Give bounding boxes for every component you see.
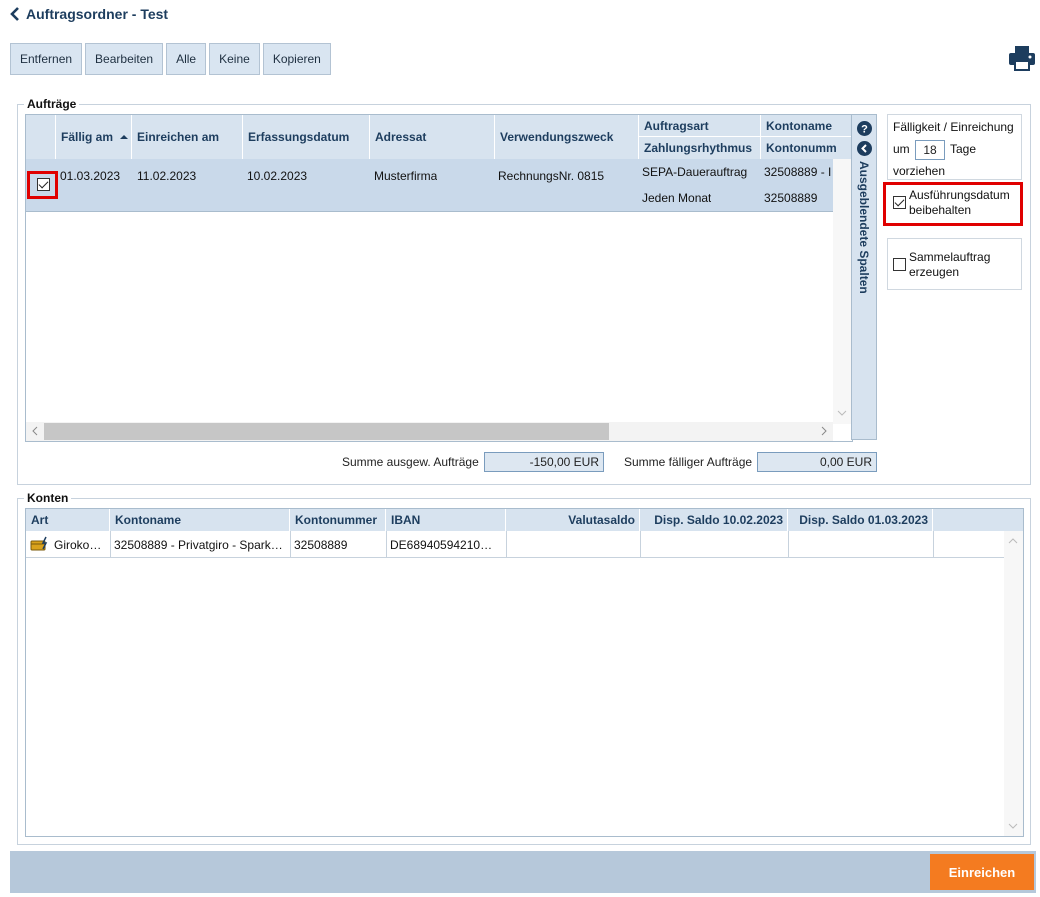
col-account-name[interactable]: Kontoname — [761, 115, 852, 137]
due-title: Fälligkeit / Einreichung — [893, 120, 1014, 134]
col-name[interactable]: Kontoname — [110, 509, 290, 531]
orders-legend: Aufträge — [27, 97, 77, 111]
sort-ascending-icon — [120, 135, 129, 139]
cell-name: 32508889 - Privatgiro - Spark… — [114, 538, 283, 552]
footer-bar — [10, 851, 1036, 893]
scroll-down-icon[interactable] — [837, 409, 847, 417]
column-divider — [640, 531, 641, 557]
chevron-left-icon — [10, 7, 19, 21]
cell-purpose: RechnungsNr. 0815 — [498, 169, 605, 183]
scroll-down-icon[interactable] — [1008, 822, 1018, 830]
cell-order-type: SEPA-Dauerauftrag — [642, 165, 748, 179]
due-date-options: Fälligkeit / Einreichung um 18 Tage vorz… — [887, 114, 1022, 180]
printer-icon[interactable] — [1008, 44, 1036, 72]
tage-label: Tage — [950, 142, 977, 156]
horizontal-scroll-thumb[interactable] — [44, 423, 609, 440]
col-type[interactable]: Art — [26, 509, 110, 531]
col-balance[interactable]: Valutasaldo — [506, 509, 640, 531]
select-all-button[interactable]: Alle — [166, 43, 207, 75]
um-label: um — [893, 142, 910, 156]
sum-due-value: 0,00 EUR — [757, 452, 877, 472]
vertical-scrollbar[interactable] — [1004, 531, 1023, 836]
cell-addressee: Musterfirma — [374, 169, 438, 183]
col-iban[interactable]: IBAN — [386, 509, 506, 531]
sum-selected-label: Summe ausgew. Aufträge — [342, 455, 479, 469]
select-none-button[interactable]: Keine — [209, 43, 260, 75]
giro-account-icon — [30, 536, 48, 551]
column-divider — [290, 531, 291, 557]
page-title: Auftragsordner - Test — [26, 6, 169, 22]
col-purpose[interactable]: Verwendungszweck — [495, 115, 639, 159]
cell-due: 01.03.2023 — [60, 169, 121, 183]
copy-button[interactable]: Kopieren — [262, 43, 331, 75]
hidden-columns-panel[interactable]: ? Ausgeblendete Spalten — [851, 114, 877, 440]
collective-order-option — [887, 238, 1022, 290]
cell-number: 32508889 — [294, 538, 348, 552]
help-icon[interactable]: ? — [857, 121, 872, 136]
col-account-number[interactable]: Kontonumm — [761, 137, 852, 159]
cell-iban: DE68940594210… — [390, 538, 493, 552]
col-order-type[interactable]: Auftragsart — [639, 115, 761, 137]
select-column-header[interactable] — [26, 115, 56, 159]
col-captured[interactable]: Erfassungsdatum — [243, 115, 370, 159]
sum-due-label: Summe fälliger Aufträge — [624, 455, 753, 469]
sum-selected-value: -150,00 EUR — [484, 452, 604, 472]
column-divider — [788, 531, 789, 557]
collective-label-2: erzeugen — [909, 265, 960, 279]
cell-type: Giroko… — [54, 538, 102, 552]
cell-account-number: 32508889 — [764, 191, 818, 205]
cell-submit: 11.02.2023 — [137, 169, 197, 183]
svg-text:?: ? — [861, 124, 868, 136]
collective-order-checkbox[interactable] — [893, 258, 906, 271]
col-number[interactable]: Kontonummer — [290, 509, 386, 531]
column-divider — [506, 531, 507, 557]
column-divider — [933, 531, 934, 557]
orders-grid: Fällig am Einreichen am Erfassungsdatum … — [25, 114, 853, 442]
column-divider — [110, 531, 111, 557]
hidden-columns-label: Ausgeblendete Spalten — [857, 161, 871, 294]
keep-date-label-2: beibehalten — [909, 203, 972, 217]
accounts-grid: Art Kontoname Kontonummer IBAN Valutasal… — [25, 508, 1024, 837]
cell-captured: 10.02.2023 — [247, 169, 308, 183]
edit-button[interactable]: Bearbeiten — [85, 43, 164, 75]
submit-button[interactable]: Einreichen — [930, 854, 1034, 890]
col-disp2[interactable]: Disp. Saldo 01.03.2023 — [788, 509, 933, 531]
column-divider — [386, 531, 387, 557]
keep-date-label-1: Ausführungsdatum — [909, 188, 1010, 202]
vertical-scrollbar[interactable] — [833, 159, 852, 424]
row-checkbox[interactable] — [37, 178, 50, 191]
scroll-right-icon[interactable] — [820, 426, 828, 436]
keep-date-checkbox[interactable] — [893, 196, 906, 209]
cell-account-name: 32508889 - I — [764, 165, 832, 179]
col-due[interactable]: Fällig am — [56, 115, 132, 159]
back-link[interactable]: Auftragsordner - Test — [10, 6, 168, 22]
scroll-up-icon[interactable] — [1008, 537, 1018, 545]
col-submit[interactable]: Einreichen am — [132, 115, 243, 159]
days-input[interactable]: 18 — [915, 140, 945, 160]
col-disp1[interactable]: Disp. Saldo 10.02.2023 — [640, 509, 788, 531]
chevron-left-circle-icon[interactable] — [857, 141, 872, 156]
cell-rhythm: Jeden Monat — [642, 191, 712, 205]
col-spacer — [933, 509, 1023, 531]
remove-button[interactable]: Entfernen — [10, 43, 83, 75]
vorziehen-label: vorziehen — [893, 164, 946, 178]
scroll-left-icon[interactable] — [31, 426, 39, 436]
accounts-legend: Konten — [27, 491, 69, 505]
toolbar: Entfernen Bearbeiten Alle Keine Kopieren — [10, 43, 331, 75]
col-rhythm[interactable]: Zahlungsrhythmus — [639, 137, 761, 159]
col-addressee[interactable]: Adressat — [370, 115, 495, 159]
collective-label-1: Sammelauftrag — [909, 250, 991, 264]
